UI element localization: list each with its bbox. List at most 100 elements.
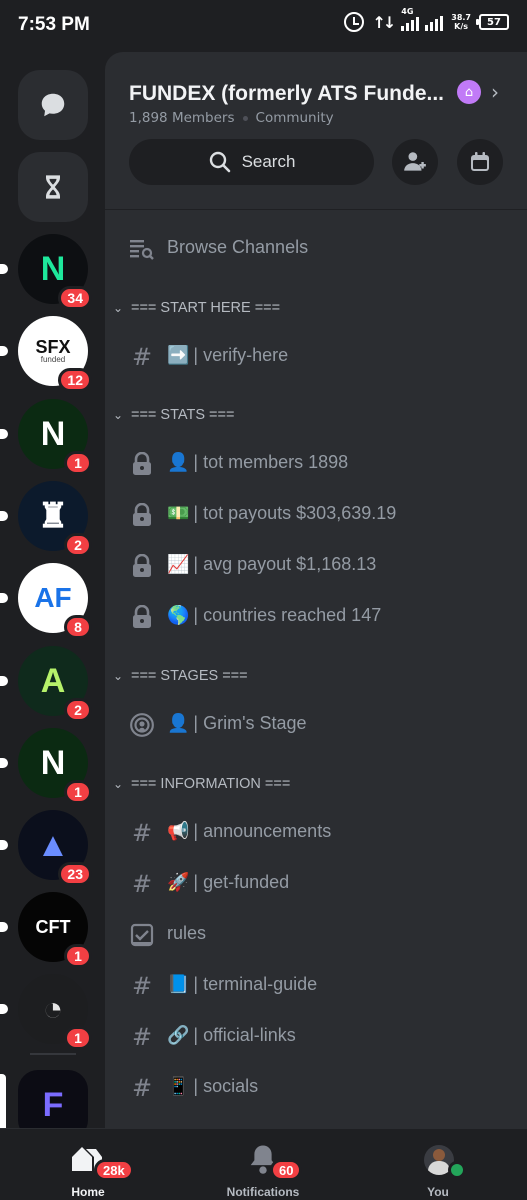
server-icon-8[interactable]: ▲ 23 [0,810,92,886]
nav-home[interactable]: 28k Home [28,1129,148,1200]
channel-emoji: ➡️ [167,345,190,365]
stage-icon [129,712,155,738]
server-meta: 1,898 Members Community [129,110,334,126]
channel-item[interactable]: 📈 | avg payout $1,168.13 [105,542,527,588]
calendar-icon [471,152,489,171]
chevron-right-icon[interactable]: › [491,80,499,104]
server-icon-10[interactable]: ◔ 1 [0,974,92,1050]
channel-item[interactable]: # 🔗 | official-links [105,1013,527,1059]
status-time: 7:53 PM [18,14,90,35]
server-logo: F [18,1070,88,1128]
signal-icon: 4G [401,7,444,31]
search-icon [209,151,230,173]
mention-badge: 34 [58,286,92,310]
chevron-down-icon: ⌄ [113,669,124,683]
channel-item[interactable]: # 📱 | socials [105,1064,527,1110]
server-icon-5[interactable]: AF 8 [0,563,92,639]
server-logo-text: AF [34,582,72,613]
meta-separator [242,115,248,121]
events-button[interactable] [457,139,503,185]
channel-emoji: 📈 [167,554,190,574]
channel-label: 📢 | announcements [167,821,331,842]
mention-badge: 2 [64,533,92,557]
community-boost-icon: ⌂ [457,80,481,104]
channel-name: | tot members 1898 [193,452,349,472]
channel-item[interactable]: 💵 | tot payouts $303,639.19 [105,491,527,537]
channel-name: | official-links [193,1025,296,1045]
unread-indicator [0,922,8,932]
unread-indicator [0,429,8,439]
category-header[interactable]: ⌄ === STAGES === [113,664,248,688]
nav-you[interactable]: You [378,1129,498,1200]
notifications-badge: 60 [270,1159,303,1181]
category-header[interactable]: ⌄ === STATS === [113,403,234,427]
server-name[interactable]: FUNDEX (formerly ATS Funde... [129,82,444,106]
server-logo-text: CFT [35,916,71,937]
browse-channels-icon [129,236,155,262]
server-icon-9[interactable]: CFT 1 [0,892,92,968]
channel-item[interactable]: rules [105,911,527,957]
invite-members-button[interactable] [392,139,438,185]
mention-badge: 1 [64,451,92,475]
server-icon-6[interactable]: A2 [0,646,92,722]
server-icon-3[interactable]: N1 [0,399,92,475]
mention-badge: 8 [64,615,92,639]
category-label: === INFORMATION === [131,776,291,792]
unread-indicator [0,840,8,850]
channel-name: | avg payout $1,168.13 [193,554,377,574]
channel-item[interactable]: # 📢 | announcements [105,809,527,855]
channel-emoji: 📢 [167,821,190,841]
mention-badge: 1 [64,780,92,804]
unread-indicator [0,758,8,768]
server-icon-4[interactable]: ♜ 2 [0,481,92,557]
direct-messages-button[interactable] [18,70,88,140]
server-icon-2[interactable]: SFX funded 12 [0,316,92,392]
channel-item[interactable]: 👤 | tot members 1898 [105,440,527,486]
category-header[interactable]: ⌄ === INFORMATION === [113,772,290,796]
channel-item[interactable]: # 📘 | terminal-guide [105,962,527,1008]
mention-badge: 1 [64,944,92,968]
channel-label: 🚀 | get-funded [167,872,289,893]
hash-icon: # [131,343,153,371]
channel-item[interactable]: 👤 | Grim's Stage [105,701,527,747]
browse-channels-row[interactable]: Browse Channels [105,225,527,271]
chevron-down-icon: ⌄ [113,301,124,315]
add-user-icon [404,152,426,171]
channel-name: rules [167,923,207,943]
channel-name: | terminal-guide [193,974,318,994]
server-header[interactable]: FUNDEX (formerly ATS Funde... ⌂ › 1,898 … [105,52,527,210]
network-type: 4G [401,7,414,16]
nav-notifications[interactable]: 60 Notifications [203,1129,323,1200]
hash-icon: # [131,1023,153,1051]
unread-indicator [0,676,8,686]
selected-server-indicator [0,1074,6,1128]
speed-unit: K/s [454,22,469,31]
search-button[interactable]: Search [129,139,374,185]
server-icon-1[interactable]: N 34 [0,234,92,310]
status-icons: ↑↓ 4G 38.7 K/s 57 [344,7,509,32]
mention-badge: 12 [58,368,92,392]
channel-item[interactable]: 🌎 | countries reached 147 [105,593,527,639]
server-icon-7[interactable]: N1 [0,728,92,804]
browse-channels-label: Browse Channels [167,237,309,257]
chat-bubble-icon [41,93,65,117]
mention-badge: 23 [58,862,92,886]
rules-icon [129,922,155,948]
channel-item[interactable]: # 🚀 | get-funded [105,860,527,906]
threads-button[interactable] [18,152,88,222]
status-bar: 7:53 PM ↑↓ 4G 38.7 K/s 57 [0,0,527,52]
server-icon-11[interactable]: F [18,1070,88,1128]
channel-label: 📈 | avg payout $1,168.13 [167,554,376,575]
member-count: 1,898 Members [129,110,235,126]
channel-emoji: 💵 [167,503,190,523]
nav-you-label: You [427,1185,449,1199]
category-header[interactable]: ⌄ === START HERE === [113,296,280,320]
mention-badge: 2 [64,698,92,722]
channel-label: ➡️ | verify-here [167,345,288,366]
channel-emoji: 📘 [167,974,190,994]
server-rail[interactable]: N 34 SFX funded 12 N 1 ♜ 2 AF 8 A 2 N 1 ▲ 23 CFT 1 ◔ 1 F [0,52,105,1128]
server-logo-text: N [40,743,66,782]
unread-indicator [0,264,8,274]
lock-icon [129,553,155,579]
channel-item[interactable]: # ➡️ | verify-here [105,333,527,379]
